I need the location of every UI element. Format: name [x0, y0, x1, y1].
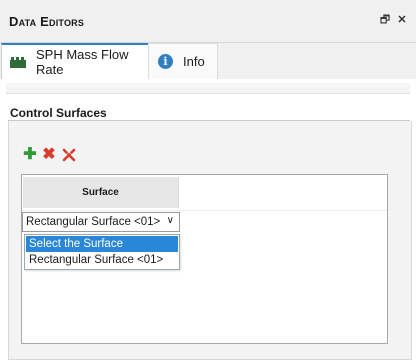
divider [22, 210, 387, 211]
surface-dropdown-list: Select the Surface Rectangular Surface <… [24, 234, 180, 270]
tab-label: SPH Mass Flow Rate [36, 47, 129, 77]
data-editors-panel: Data Editors 🗗 ✕ SPH Mass Flow Rate i In… [0, 0, 416, 363]
close-icon[interactable]: ✕ [395, 13, 409, 27]
tab-label: Info [183, 54, 205, 69]
panel-title: Data Editors [9, 14, 85, 29]
divider [6, 83, 410, 94]
info-icon: i [158, 54, 173, 69]
dropdown-option[interactable]: Select the Surface [26, 236, 178, 252]
dropdown-option[interactable]: Rectangular Surface <01> [26, 252, 178, 268]
plus-icon[interactable]: ✚ [23, 147, 37, 163]
tab-bar: SPH Mass Flow Rate i Info [0, 43, 416, 79]
restore-icon[interactable]: 🗗 [378, 13, 392, 27]
block-icon [10, 56, 26, 68]
group-title: Control Surfaces [10, 106, 107, 120]
selected-value: Rectangular Surface <01> [26, 216, 161, 228]
column-header-surface: Surface [23, 177, 179, 208]
double-x-icon[interactable] [62, 147, 76, 163]
surface-select[interactable]: Rectangular Surface <01> ∨ [22, 212, 180, 232]
tab-info[interactable]: i Info [148, 43, 218, 79]
surfaces-table: Surface Rectangular Surface <01> ∨ Selec… [21, 174, 388, 344]
tab-sph-mass-flow-rate[interactable]: SPH Mass Flow Rate [1, 43, 149, 79]
title-bar: Data Editors 🗗 ✕ [0, 0, 416, 43]
chevron-down-icon[interactable]: ∨ [167, 215, 174, 226]
x-icon[interactable]: ✖ [42, 147, 56, 163]
